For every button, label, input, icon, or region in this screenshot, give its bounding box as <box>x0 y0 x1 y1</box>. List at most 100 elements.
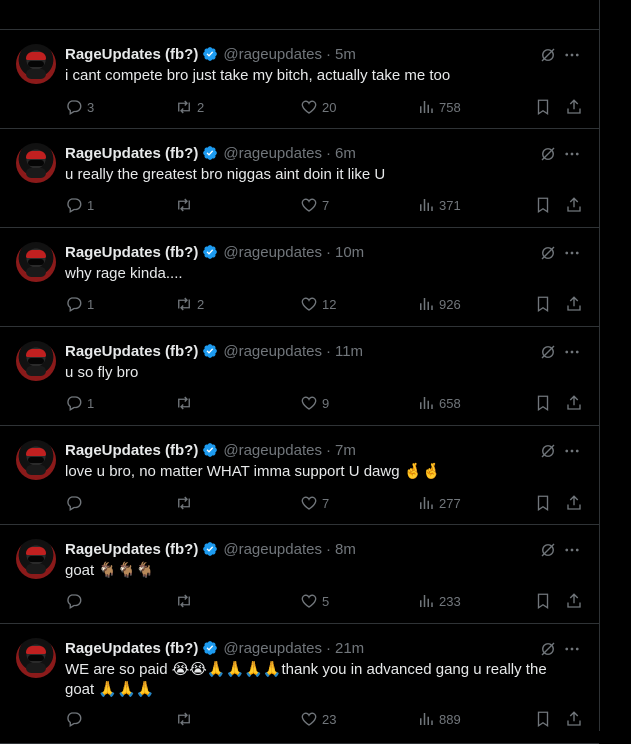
author-name[interactable]: RageUpdates (fb?) <box>65 640 198 657</box>
repost-button[interactable] <box>175 196 197 214</box>
tweet[interactable]: RageUpdates (fb?) @rageupdates · 21m WE … <box>0 624 599 744</box>
bookmark-button[interactable] <box>534 710 552 728</box>
grok-icon[interactable] <box>539 442 557 460</box>
reply-button[interactable] <box>65 710 87 728</box>
more-icon[interactable] <box>563 640 581 658</box>
like-button[interactable]: 9 <box>300 394 329 412</box>
grok-icon[interactable] <box>539 244 557 262</box>
timestamp[interactable]: 7m <box>335 442 356 459</box>
bookmark-button[interactable] <box>534 196 552 214</box>
avatar[interactable] <box>16 539 56 579</box>
grok-icon[interactable] <box>539 541 557 559</box>
reply-button[interactable]: 1 <box>65 295 94 313</box>
verified-badge-icon <box>203 245 218 259</box>
avatar[interactable] <box>16 638 56 678</box>
author-name[interactable]: RageUpdates (fb?) <box>65 145 198 162</box>
avatar[interactable] <box>16 440 56 480</box>
tweet-text: u so fly bro <box>65 364 139 381</box>
share-button[interactable] <box>565 592 583 610</box>
share-button[interactable] <box>565 494 583 512</box>
like-button[interactable]: 20 <box>300 98 336 116</box>
author-handle[interactable]: @rageupdates <box>223 541 322 558</box>
share-button[interactable] <box>565 295 583 313</box>
views-button[interactable]: 889 <box>417 710 461 728</box>
author-handle[interactable]: @rageupdates <box>223 343 322 360</box>
timestamp[interactable]: 5m <box>335 46 356 63</box>
author-name[interactable]: RageUpdates (fb?) <box>65 442 198 459</box>
like-count: 20 <box>322 99 337 115</box>
tweet[interactable]: RageUpdates (fb?) @rageupdates · 8m goat… <box>0 525 599 624</box>
views-icon <box>420 595 433 607</box>
avatar[interactable] <box>16 44 56 84</box>
tweet-actions: 3 2 20 758 <box>65 98 581 120</box>
more-icon[interactable] <box>563 46 581 64</box>
bookmark-button[interactable] <box>534 394 552 412</box>
reply-button[interactable] <box>65 592 87 610</box>
author-name[interactable]: RageUpdates (fb?) <box>65 46 198 63</box>
author-name[interactable]: RageUpdates (fb?) <box>65 541 198 558</box>
timestamp[interactable]: 8m <box>335 541 356 558</box>
tweet[interactable]: RageUpdates (fb?) @rageupdates · 5m i ca… <box>0 30 599 129</box>
repost-button[interactable]: 2 <box>175 295 204 313</box>
like-button[interactable]: 12 <box>300 295 336 313</box>
more-icon[interactable] <box>563 541 581 559</box>
author-handle[interactable]: @rageupdates <box>223 244 322 261</box>
views-button[interactable]: 371 <box>417 196 461 214</box>
bookmark-button[interactable] <box>534 98 552 116</box>
timestamp[interactable]: 6m <box>335 145 356 162</box>
more-icon[interactable] <box>563 244 581 262</box>
share-button[interactable] <box>565 394 583 412</box>
tweet[interactable]: RageUpdates (fb?) @rageupdates · 10m why… <box>0 228 599 327</box>
reply-icon <box>67 496 82 511</box>
views-button[interactable]: 233 <box>417 592 461 610</box>
views-count: 889 <box>439 711 461 727</box>
author-handle[interactable]: @rageupdates <box>223 442 322 459</box>
repost-button[interactable] <box>175 394 197 412</box>
tweet[interactable]: RageUpdates (fb?) @rageupdates · 6m u re… <box>0 129 599 228</box>
avatar[interactable] <box>16 341 56 381</box>
reply-button[interactable]: 3 <box>65 98 94 116</box>
like-button[interactable]: 7 <box>300 196 329 214</box>
timestamp[interactable]: 10m <box>335 244 364 261</box>
bookmark-button[interactable] <box>534 295 552 313</box>
more-icon[interactable] <box>563 343 581 361</box>
more-icon[interactable] <box>563 145 581 163</box>
tweet[interactable]: RageUpdates (fb?) @rageupdates · 11m u s… <box>0 327 599 426</box>
more-icon[interactable] <box>563 442 581 460</box>
author-handle[interactable]: @rageupdates <box>223 46 322 63</box>
author-handle[interactable]: @rageupdates <box>223 640 322 657</box>
timestamp[interactable]: 21m <box>335 640 364 657</box>
repost-button[interactable] <box>175 710 197 728</box>
bookmark-button[interactable] <box>534 592 552 610</box>
reply-button[interactable]: 1 <box>65 394 94 412</box>
repost-icon <box>178 712 190 726</box>
views-button[interactable]: 758 <box>417 98 461 116</box>
grok-icon[interactable] <box>539 343 557 361</box>
grok-icon[interactable] <box>539 640 557 658</box>
repost-button[interactable] <box>175 494 197 512</box>
author-name[interactable]: RageUpdates (fb?) <box>65 244 198 261</box>
avatar[interactable] <box>16 242 56 282</box>
grok-icon[interactable] <box>539 145 557 163</box>
timestamp[interactable]: 11m <box>335 343 363 360</box>
views-button[interactable]: 277 <box>417 494 461 512</box>
author-name[interactable]: RageUpdates (fb?) <box>65 343 198 360</box>
tweet[interactable]: RageUpdates (fb?) @rageupdates · 7m love… <box>0 426 599 525</box>
like-button[interactable]: 5 <box>300 592 329 610</box>
repost-button[interactable]: 2 <box>175 98 204 116</box>
share-button[interactable] <box>565 710 583 728</box>
scrollbar-track[interactable] <box>617 0 631 731</box>
share-button[interactable] <box>565 196 583 214</box>
views-button[interactable]: 926 <box>417 295 461 313</box>
share-button[interactable] <box>565 98 583 116</box>
grok-icon[interactable] <box>539 46 557 64</box>
avatar[interactable] <box>16 143 56 183</box>
views-button[interactable]: 658 <box>417 394 461 412</box>
repost-button[interactable] <box>175 592 197 610</box>
bookmark-button[interactable] <box>534 494 552 512</box>
like-button[interactable]: 23 <box>300 710 336 728</box>
like-button[interactable]: 7 <box>300 494 329 512</box>
author-handle[interactable]: @rageupdates <box>223 145 322 162</box>
reply-button[interactable]: 1 <box>65 196 94 214</box>
reply-button[interactable] <box>65 494 87 512</box>
